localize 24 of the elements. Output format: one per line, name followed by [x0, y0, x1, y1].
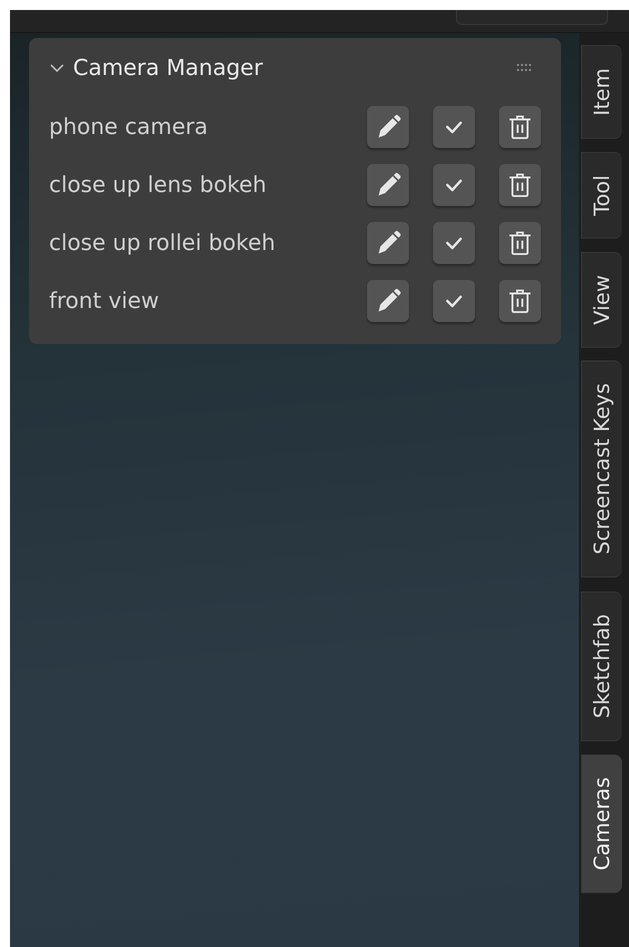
sidebar-tab[interactable]: Item: [581, 45, 622, 139]
camera-name: close up lens bokeh: [49, 172, 268, 198]
delete-button[interactable]: [499, 280, 541, 322]
delete-button[interactable]: [499, 222, 541, 264]
edit-button[interactable]: [367, 280, 409, 322]
set-active-button[interactable]: [433, 280, 475, 322]
camera-name: phone camera: [49, 114, 209, 140]
drag-handle-icon[interactable]: [517, 64, 533, 72]
edit-button[interactable]: [367, 164, 409, 206]
camera-name: front view: [49, 288, 160, 314]
sidebar-tab[interactable]: Tool: [581, 152, 622, 239]
set-active-button[interactable]: [433, 106, 475, 148]
camera-name: close up rollei bokeh: [49, 230, 276, 256]
delete-button[interactable]: [499, 106, 541, 148]
sidebar-tab[interactable]: Sketchfab: [581, 590, 622, 742]
set-active-button[interactable]: [433, 222, 475, 264]
panel-title[interactable]: Camera Manager: [73, 56, 517, 80]
edit-button[interactable]: [367, 106, 409, 148]
edit-button[interactable]: [367, 222, 409, 264]
sidebar-tab[interactable]: Screencast Keys: [581, 360, 622, 578]
delete-button[interactable]: [499, 164, 541, 206]
set-active-button[interactable]: [433, 164, 475, 206]
sidebar-tab[interactable]: View: [581, 252, 622, 348]
sidebar-tab[interactable]: Cameras: [581, 754, 622, 894]
